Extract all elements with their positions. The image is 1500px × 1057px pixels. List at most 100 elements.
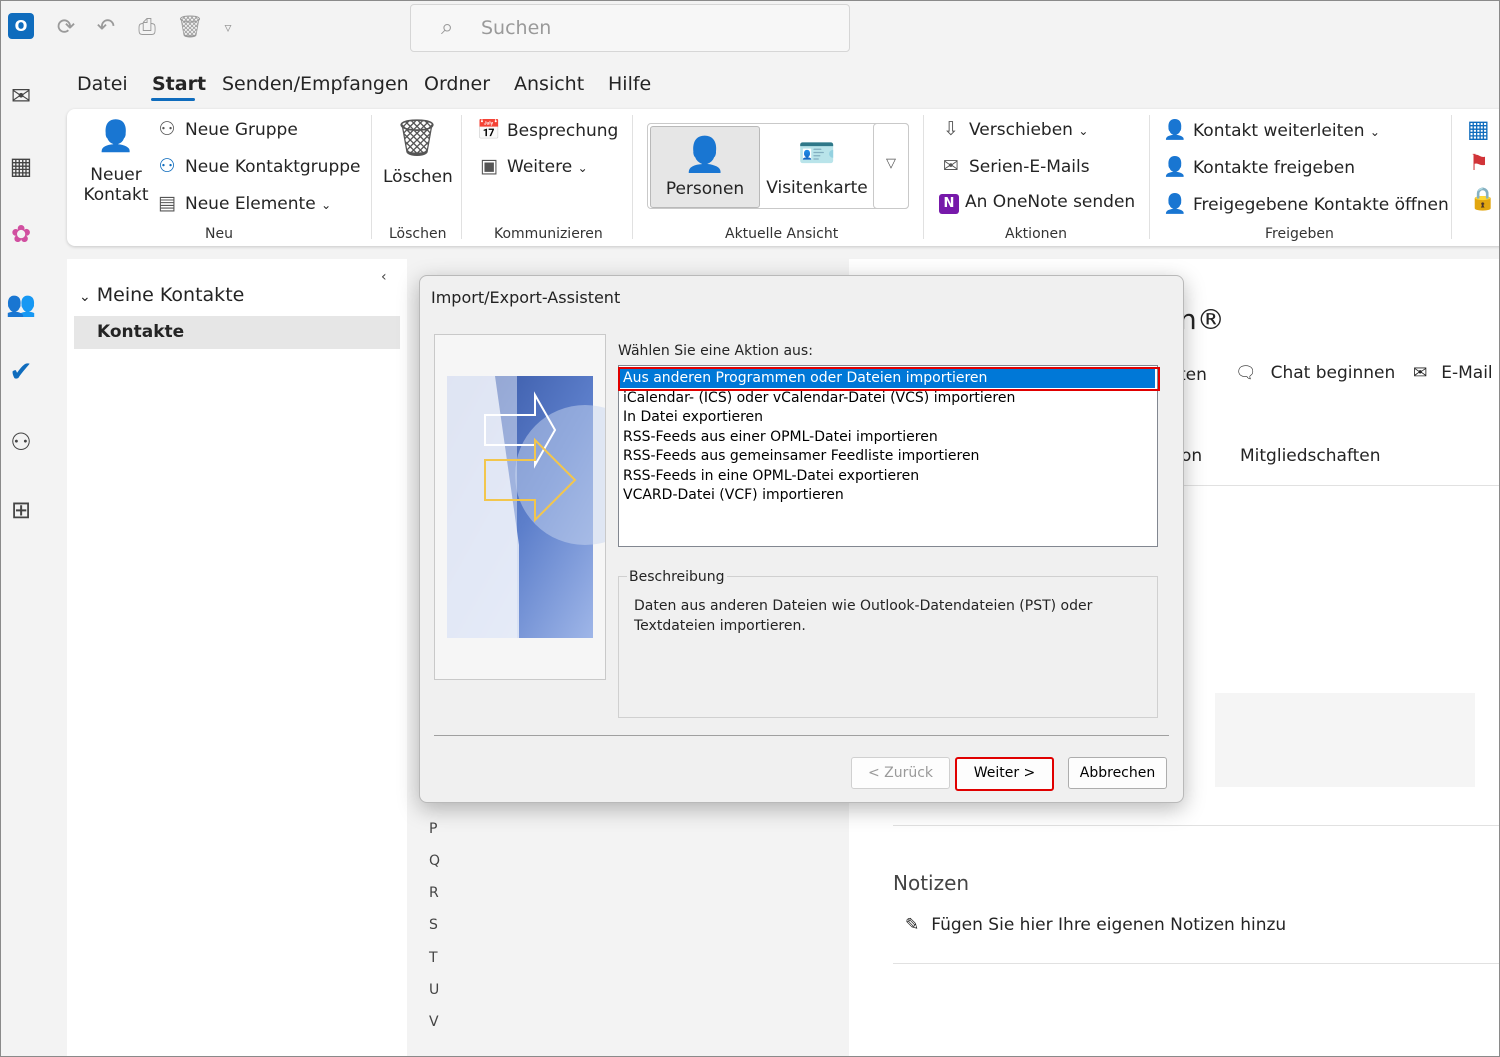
alpha-index-r[interactable]: R [429,885,439,901]
description-group: Beschreibung Daten aus anderen Dateien w… [618,569,1158,718]
business-card-icon: 🪪 [798,136,836,171]
trash-icon: 🗑 [394,118,440,159]
addins-icon[interactable]: ▦ [1467,115,1490,143]
ribbon-separator [1149,115,1150,239]
onenote-icon: N [939,194,959,214]
highlight-frame [618,367,1160,391]
pencil-icon: ✎ [905,915,920,935]
delete-button[interactable]: 🗑 Löschen [383,117,453,187]
menu-datei[interactable]: Datei [77,73,128,95]
new-items-button[interactable]: ▤ Neue Elemente ⌄ [155,192,331,214]
active-tab-indicator [151,98,195,101]
chevron-down-icon: ⌄ [79,289,91,305]
alpha-index-q[interactable]: Q [429,853,440,869]
view-persons-button[interactable]: 👤 Personen [650,126,760,208]
action-option[interactable]: In Datei exportieren [622,408,763,427]
new-contact-icon: 👤 [97,119,135,154]
undo-icon[interactable]: ↶ [93,15,119,41]
notes-divider [893,963,1499,964]
cancel-button[interactable]: Abbrechen [1068,757,1167,789]
action-option[interactable]: RSS-Feeds in eine OPML-Datei exportieren [622,467,919,486]
description-label: Beschreibung [627,569,727,585]
move-button[interactable]: ⇩ Verschieben ⌄ [939,118,1088,140]
mail-icon[interactable]: ✉ [6,81,36,111]
next-button[interactable]: Weiter > [955,757,1054,791]
print-icon[interactable]: ⎙ [134,15,160,41]
chevron-down-icon: ⌄ [1369,125,1380,139]
email-button[interactable]: ✉ E-Mail [1413,363,1493,383]
menu-start[interactable]: Start [152,73,206,95]
outlook-logo-icon: O [8,13,34,39]
person-icon: 👤 [683,135,727,175]
description-line-1: Daten aus anderen Dateien wie Outlook-Da… [634,598,1093,614]
action-option[interactable]: RSS-Feeds aus einer OPML-Datei importier… [622,428,938,447]
new-contact-button[interactable]: 👤 Neuer Kontakt [81,119,151,219]
org-icon[interactable]: ⚇ [6,427,36,457]
action-option[interactable]: VCARD-Datei (VCF) importieren [622,486,844,505]
flag-icon[interactable]: ⚑ [1469,151,1489,176]
view-business-card-button[interactable]: 🪪 Visitenkarte [764,126,870,210]
folder-item-kontakte[interactable]: Kontakte [74,316,400,349]
forward-contact-button[interactable]: 👤 Kontakt weiterleiten ⌄ [1163,118,1380,141]
notes-input[interactable]: ✎ Fügen Sie hier Ihre eigenen Notizen hin… [905,915,1286,935]
collapse-pane-icon[interactable]: ‹ [381,269,387,285]
contact-group-icon: ⚇ [158,155,176,177]
tab-memberships[interactable]: Mitgliedschaften [1240,446,1381,466]
view-gallery-expand[interactable]: ▽ [873,123,909,209]
group-label-ansicht: Aktuelle Ansicht [725,226,839,242]
tab-partial[interactable]: on [1181,446,1202,466]
new-group-button[interactable]: ⚇ Neue Gruppe [155,118,297,140]
todo-icon[interactable]: ✔ [6,357,36,387]
delete-qat-icon[interactable]: 🗑 [176,15,204,41]
search-box[interactable]: ⌕ Suchen [410,4,850,52]
ribbon-separator [632,115,633,239]
sync-icon[interactable]: ⟳ [53,15,79,41]
menu-ansicht[interactable]: Ansicht [514,73,584,95]
meeting-icon: 📅 [477,119,501,141]
dialog-title: Import/Export-Assistent [431,288,621,307]
group-label-kommunizieren: Kommunizieren [494,226,603,242]
notes-title: Notizen [893,871,970,895]
mail-icon: ✉ [1413,363,1428,383]
menu-ordner[interactable]: Ordner [424,73,490,95]
folder-section-my-contacts[interactable]: ⌄ Meine Kontakte [79,284,244,306]
copilot-icon[interactable]: ✿ [6,219,36,249]
action-listbox[interactable]: Aus anderen Programmen oder Dateien impo… [618,365,1160,547]
meeting-button[interactable]: 📅 Besprechung [477,118,618,141]
apps-icon[interactable]: ⊞ [6,495,36,525]
calendar-icon[interactable]: ▦ [6,151,36,181]
send-to-onenote-button[interactable]: N An OneNote senden [939,192,1135,214]
ribbon-separator [1451,115,1452,239]
action-prompt: Wählen Sie eine Aktion aus: [618,343,813,359]
open-shared-contacts-button[interactable]: 👤 Freigegebene Kontakte öffnen [1163,192,1449,215]
customize-qat-icon[interactable]: ▿ [215,15,241,41]
group-icon: ⚇ [158,118,176,140]
description-line-2: Textdateien importieren. [634,618,806,634]
new-contact-group-button[interactable]: ⚇ Neue Kontaktgruppe [155,155,360,177]
alpha-index-u[interactable]: U [429,982,439,998]
chevron-down-icon: ⌄ [577,161,588,175]
action-option[interactable]: iCalendar- (ICS) oder vCalendar-Datei (V… [622,389,1015,408]
section-divider [893,825,1499,826]
search-input[interactable]: Suchen [481,17,551,39]
group-label-neu: Neu [205,226,233,242]
alpha-index-p[interactable]: P [429,821,437,837]
dialog-divider [434,735,1169,736]
share-contacts-button[interactable]: 👤 Kontakte freigeben [1163,155,1355,178]
mail-merge-button[interactable]: ✉ Serien-E-Mails [939,155,1090,177]
alpha-index-t[interactable]: T [429,950,438,966]
move-icon: ⇩ [943,118,959,140]
alpha-index-v[interactable]: V [429,1014,439,1030]
back-button: < Zurück [851,757,950,789]
menu-hilfe[interactable]: Hilfe [608,73,651,95]
outlook-window: O ⟳ ↶ ⎙ 🗑 ▿ ⌕ Suchen ✉ ▦ ✿ 👥 ✔ ⚇ ⊞ Datei… [0,0,1500,1057]
more-button[interactable]: ▣ Weitere ⌄ [477,155,588,177]
lock-icon[interactable]: 🔒 [1469,187,1496,212]
chat-button[interactable]: 🗨 Chat beginnen [1235,363,1395,383]
menu-senden-empfangen[interactable]: Senden/Empfangen [222,73,409,95]
chevron-down-icon: ▽ [886,156,896,171]
alpha-index-s[interactable]: S [429,917,438,933]
action-option[interactable]: RSS-Feeds aus gemeinsamer Feedliste impo… [622,447,979,466]
people-icon[interactable]: 👥 [6,289,36,319]
wizard-arrows-icon [447,376,655,638]
